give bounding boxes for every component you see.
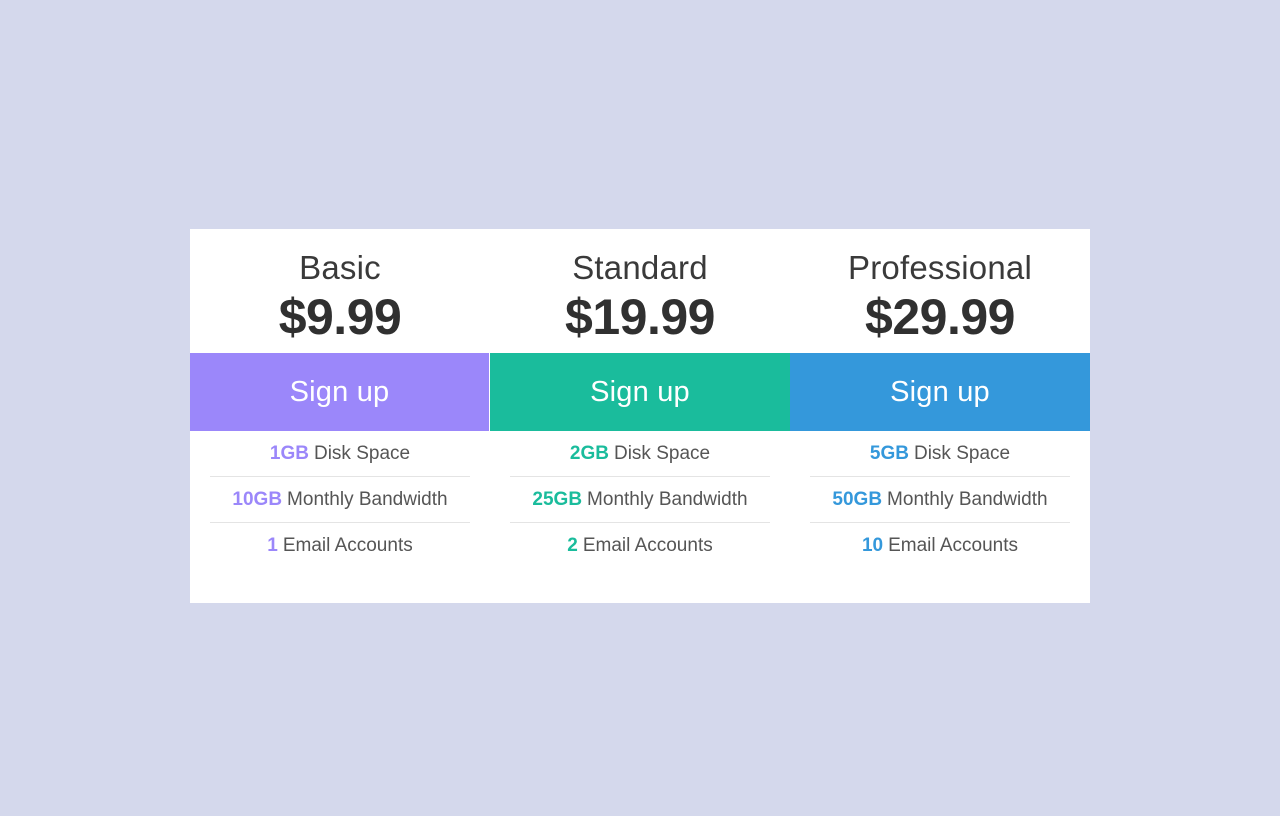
feature-column-standard: 2GB Disk Space 25GB Monthly Bandwidth 2 …	[490, 431, 790, 603]
plan-name: Professional	[848, 249, 1032, 286]
feature-item: 1GB Disk Space	[210, 431, 470, 476]
feature-quantity: 5GB	[869, 442, 909, 464]
feature-quantity: 2	[567, 534, 578, 556]
feature-label: Monthly Bandwidth	[587, 488, 748, 510]
plan-price: $29.99	[865, 288, 1015, 345]
signup-button-standard[interactable]: Sign up	[490, 353, 790, 431]
feature-quantity: 2GB	[569, 442, 609, 464]
feature-item: 50GB Monthly Bandwidth	[810, 476, 1070, 522]
signup-buttons-row: Sign up Sign up Sign up	[190, 353, 1090, 431]
feature-column-basic: 1GB Disk Space 10GB Monthly Bandwidth 1 …	[190, 431, 490, 603]
feature-item: 1 Email Accounts	[210, 522, 470, 568]
feature-item: 2GB Disk Space	[510, 431, 770, 476]
plan-header-professional: Professional $29.99	[790, 229, 1090, 353]
plan-header-basic: Basic $9.99	[190, 229, 490, 353]
feature-label: Disk Space	[613, 442, 711, 464]
signup-button-professional[interactable]: Sign up	[790, 353, 1090, 431]
plan-headers-row: Basic $9.99 Standard $19.99 Professional…	[190, 229, 1090, 353]
feature-label: Disk Space	[313, 442, 411, 464]
feature-label: Disk Space	[913, 442, 1011, 464]
feature-item: 25GB Monthly Bandwidth	[510, 476, 770, 522]
plan-price: $9.99	[278, 288, 402, 345]
feature-quantity: 1GB	[269, 442, 309, 464]
feature-column-professional: 5GB Disk Space 50GB Monthly Bandwidth 10…	[790, 431, 1090, 603]
signup-button-basic[interactable]: Sign up	[190, 353, 489, 431]
feature-label: Monthly Bandwidth	[287, 488, 448, 510]
feature-quantity: 50GB	[832, 488, 883, 510]
feature-label: Email Accounts	[888, 534, 1019, 556]
page-background: Basic $9.99 Standard $19.99 Professional…	[0, 0, 1280, 816]
plan-name: Basic	[299, 249, 381, 286]
feature-label: Email Accounts	[582, 534, 713, 556]
feature-quantity: 10	[861, 534, 884, 556]
plan-name: Standard	[572, 249, 708, 286]
feature-quantity: 25GB	[532, 488, 583, 510]
feature-label: Email Accounts	[282, 534, 413, 556]
feature-label: Monthly Bandwidth	[887, 488, 1048, 510]
feature-item: 5GB Disk Space	[810, 431, 1070, 476]
feature-item: 2 Email Accounts	[510, 522, 770, 568]
feature-item: 10GB Monthly Bandwidth	[210, 476, 470, 522]
feature-item: 10 Email Accounts	[810, 522, 1070, 568]
plan-header-standard: Standard $19.99	[490, 229, 790, 353]
feature-quantity: 1	[267, 534, 278, 556]
features-row: 1GB Disk Space 10GB Monthly Bandwidth 1 …	[190, 431, 1090, 603]
feature-quantity: 10GB	[232, 488, 283, 510]
pricing-table: Basic $9.99 Standard $19.99 Professional…	[190, 229, 1090, 603]
plan-price: $19.99	[565, 288, 715, 345]
